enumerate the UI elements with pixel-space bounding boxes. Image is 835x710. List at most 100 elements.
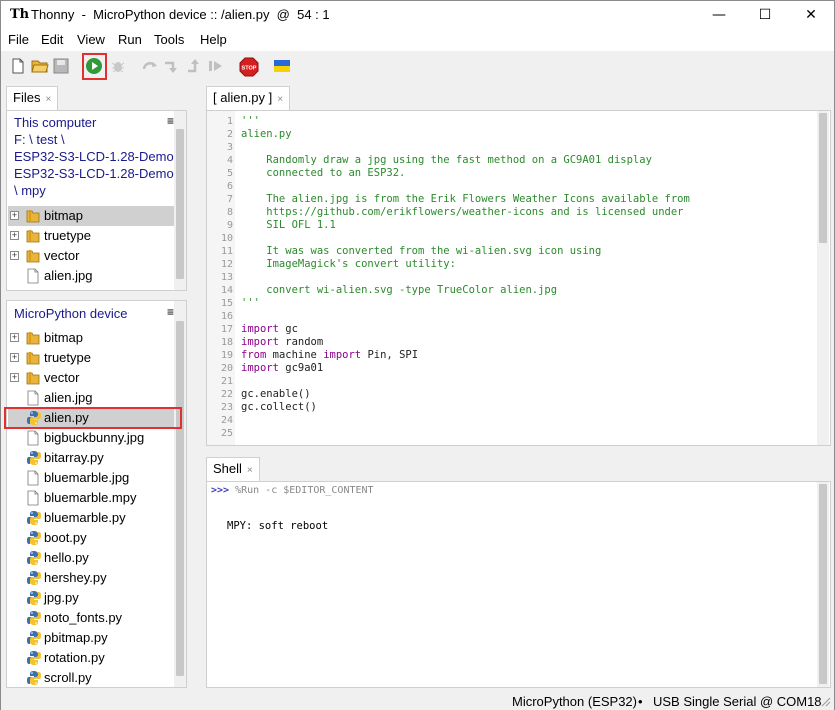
interpreter-status[interactable]: MicroPython (ESP32) xyxy=(512,694,637,709)
file-row[interactable]: bigbuckbunny.jpg xyxy=(8,428,180,448)
menu-tools[interactable]: Tools xyxy=(154,32,184,47)
code-line[interactable]: gc.enable() xyxy=(241,388,311,400)
scrollbar-thumb[interactable] xyxy=(176,321,184,676)
code-line[interactable]: connected to an ESP32. xyxy=(241,167,405,179)
open-file-icon[interactable] xyxy=(31,57,49,75)
code-line[interactable]: The alien.jpg is from the Erik Flowers W… xyxy=(241,193,690,205)
step-into-icon[interactable] xyxy=(163,57,181,75)
file-row[interactable]: hello.py xyxy=(8,548,180,568)
path-segment[interactable]: ESP32-S3-LCD-1.28-Demo xyxy=(14,166,174,181)
shell-scrollbar[interactable] xyxy=(817,482,829,687)
resize-grip-icon[interactable] xyxy=(821,697,831,707)
expand-icon[interactable]: + xyxy=(10,353,19,362)
expand-icon[interactable]: + xyxy=(10,251,19,260)
code-line[interactable]: import gc9a01 xyxy=(241,362,323,374)
code-line[interactable]: ''' xyxy=(241,115,260,127)
this-computer-menu-icon[interactable]: ≡ xyxy=(167,114,174,128)
device-menu-icon[interactable]: ≡ xyxy=(167,305,174,319)
resume-icon[interactable] xyxy=(207,57,225,75)
file-name: pbitmap.py xyxy=(44,630,108,645)
file-row[interactable]: alien.jpg xyxy=(8,266,180,286)
code-line[interactable]: alien.py xyxy=(241,128,292,140)
file-name: bitmap xyxy=(44,208,84,223)
line-number: 1 xyxy=(226,116,233,127)
this-computer-title[interactable]: This computer xyxy=(14,115,96,130)
line-number: 19 xyxy=(220,350,233,361)
menu-edit[interactable]: Edit xyxy=(41,32,63,47)
line-number: 8 xyxy=(226,207,233,218)
file-name: bigbuckbunny.jpg xyxy=(44,430,145,445)
file-row[interactable]: + vector xyxy=(8,246,180,266)
editor-scrollbar[interactable] xyxy=(817,111,829,445)
file-row[interactable]: alien.jpg xyxy=(8,388,180,408)
file-row[interactable]: jpg.py xyxy=(8,588,180,608)
file-row[interactable]: pbitmap.py xyxy=(8,628,180,648)
code-line[interactable]: from machine import Pin, SPI xyxy=(241,349,418,361)
code-token: machine xyxy=(266,349,324,361)
menu-help[interactable]: Help xyxy=(200,32,227,47)
stop-icon[interactable]: STOP xyxy=(239,57,259,77)
file-row[interactable]: bluemarble.jpg xyxy=(8,468,180,488)
file-row[interactable]: hershey.py xyxy=(8,568,180,588)
device-scrollbar[interactable] xyxy=(174,301,186,687)
debug-icon[interactable] xyxy=(109,57,127,75)
file-row[interactable]: bluemarble.py xyxy=(8,508,180,528)
expand-icon[interactable]: + xyxy=(10,211,19,220)
code-line[interactable]: gc.collect() xyxy=(241,401,317,413)
file-row[interactable]: + vector xyxy=(8,368,180,388)
shell-pane[interactable]: >>> %Run -c $EDITOR_CONTENT MPY: soft re… xyxy=(206,481,831,688)
tab-shell-label: Shell xyxy=(213,461,242,476)
code-line[interactable]: SIL OFL 1.1 xyxy=(241,219,336,231)
menu-view[interactable]: View xyxy=(77,32,105,47)
save-icon[interactable] xyxy=(53,57,71,75)
file-row[interactable]: + bitmap xyxy=(8,206,180,226)
ukraine-flag-icon[interactable] xyxy=(273,57,291,75)
code-area[interactable]: 1 ''' 2 alien.py 3 4 Randomly draw a jpg usin… xyxy=(207,114,817,444)
code-line[interactable]: import gc xyxy=(241,323,298,335)
code-editor[interactable]: 1 ''' 2 alien.py 3 4 Randomly draw a jpg usin… xyxy=(206,110,831,446)
close-window-button[interactable]: ✕ xyxy=(788,1,834,29)
expand-icon[interactable]: + xyxy=(10,333,19,342)
scrollbar-thumb[interactable] xyxy=(819,113,827,243)
code-line[interactable]: It was was converted from the wi-alien.s… xyxy=(241,245,601,257)
tab-files-close-icon[interactable]: × xyxy=(45,94,51,105)
code-line[interactable]: ''' xyxy=(241,297,260,309)
path-segment[interactable]: \ mpy xyxy=(14,183,46,198)
port-status[interactable]: USB Single Serial @ COM18 xyxy=(653,694,822,709)
step-over-icon[interactable] xyxy=(141,57,159,75)
this-computer-scrollbar[interactable] xyxy=(174,111,186,290)
tab-alien-py-close-icon[interactable]: × xyxy=(277,94,283,105)
minimize-button[interactable]: — xyxy=(696,1,742,29)
step-out-icon[interactable] xyxy=(185,57,203,75)
path-segment[interactable]: F: \ test \ xyxy=(14,132,65,147)
file-name: alien.jpg xyxy=(44,268,93,283)
tab-shell-close-icon[interactable]: × xyxy=(247,465,253,476)
code-line[interactable]: ImageMagick's convert utility: xyxy=(241,258,456,270)
menu-run[interactable]: Run xyxy=(118,32,142,47)
file-row[interactable]: bluemarble.mpy xyxy=(8,488,180,508)
code-line[interactable]: https://github.com/erikflowers/weather-i… xyxy=(241,206,683,218)
tab-alien-py[interactable]: [ alien.py ] × xyxy=(206,86,291,110)
expand-icon[interactable]: + xyxy=(10,373,19,382)
file-row[interactable]: boot.py xyxy=(8,528,180,548)
file-row[interactable]: noto_fonts.py xyxy=(8,608,180,628)
menu-file[interactable]: File xyxy=(8,32,29,47)
tab-shell[interactable]: Shell × xyxy=(206,457,260,481)
tab-files[interactable]: Files × xyxy=(6,86,59,110)
device-title[interactable]: MicroPython device xyxy=(14,306,127,321)
file-row[interactable]: bitarray.py xyxy=(8,448,180,468)
file-row[interactable]: + truetype xyxy=(8,226,180,246)
maximize-button[interactable]: ☐ xyxy=(742,1,788,29)
file-row[interactable]: + bitmap xyxy=(8,328,180,348)
code-line[interactable]: import random xyxy=(241,336,323,348)
expand-icon[interactable]: + xyxy=(10,231,19,240)
code-line[interactable]: convert wi-alien.svg -type TrueColor ali… xyxy=(241,284,557,296)
new-file-icon[interactable] xyxy=(10,57,28,75)
file-row[interactable]: rotation.py xyxy=(8,648,180,668)
path-segment[interactable]: ESP32-S3-LCD-1.28-Demo \ xyxy=(14,149,181,164)
file-row[interactable]: scroll.py xyxy=(8,668,180,687)
scrollbar-thumb[interactable] xyxy=(819,484,827,684)
code-line[interactable]: Randomly draw a jpg using the fast metho… xyxy=(241,154,652,166)
file-row[interactable]: + truetype xyxy=(8,348,180,368)
scrollbar-thumb[interactable] xyxy=(176,129,184,279)
